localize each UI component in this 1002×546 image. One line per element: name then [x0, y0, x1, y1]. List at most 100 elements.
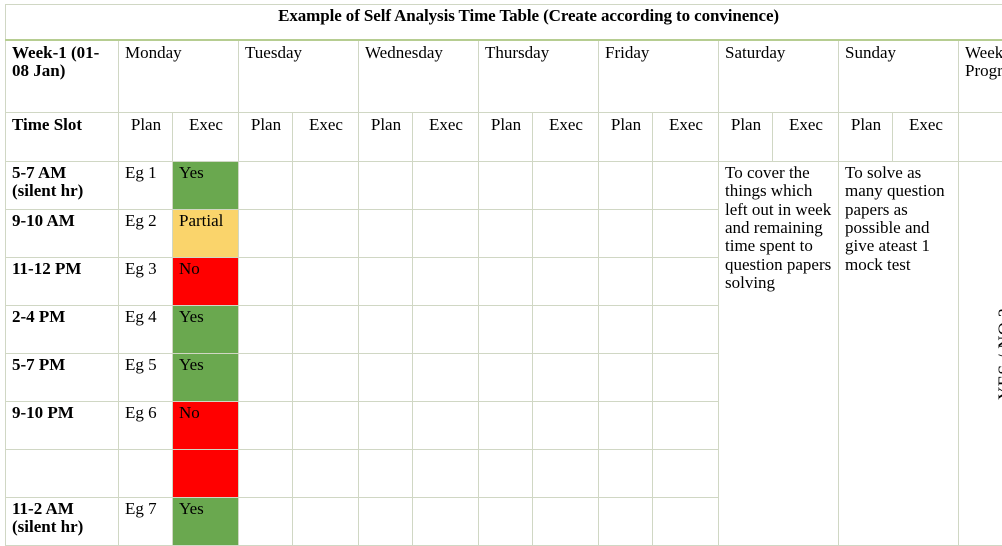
- plan-cell-wednesday[interactable]: [359, 402, 413, 450]
- week-progress-cell[interactable]: YES / NO ?: [959, 162, 1002, 546]
- exec-cell-tuesday[interactable]: [293, 450, 359, 498]
- saturday-note-cell[interactable]: To cover the things which left out in we…: [719, 162, 839, 546]
- time-slot-cell[interactable]: 5-7 PM: [6, 354, 119, 402]
- exec-cell-friday[interactable]: [653, 258, 719, 306]
- plan-cell-wednesday[interactable]: [359, 354, 413, 402]
- plan-cell-wednesday[interactable]: [359, 210, 413, 258]
- exec-cell-friday[interactable]: [653, 450, 719, 498]
- exec-cell-tuesday[interactable]: [293, 354, 359, 402]
- plan-cell-monday[interactable]: Eg 2: [119, 210, 173, 258]
- exec-cell-wednesday[interactable]: [413, 162, 479, 210]
- exec-cell-friday[interactable]: [653, 306, 719, 354]
- exec-cell-thursday[interactable]: [533, 402, 599, 450]
- exec-cell-tuesday[interactable]: [293, 402, 359, 450]
- exec-cell-tuesday[interactable]: [293, 498, 359, 546]
- exec-cell-friday[interactable]: [653, 498, 719, 546]
- exec-cell-wednesday[interactable]: [413, 258, 479, 306]
- exec-cell-wednesday[interactable]: [413, 354, 479, 402]
- exec-cell-wednesday[interactable]: [413, 498, 479, 546]
- page-title: Example of Self Analysis Time Table (Cre…: [6, 5, 1002, 41]
- plan-cell-friday[interactable]: [599, 258, 653, 306]
- exec-cell-monday[interactable]: Yes: [173, 306, 239, 354]
- day-header-row: Week-1 (01-08 Jan) Monday Tuesday Wednes…: [6, 40, 1002, 113]
- exec-cell-thursday[interactable]: [533, 258, 599, 306]
- plan-cell-monday[interactable]: Eg 3: [119, 258, 173, 306]
- time-slot-cell[interactable]: [6, 450, 119, 498]
- exec-cell-monday[interactable]: Yes: [173, 498, 239, 546]
- exec-cell-thursday[interactable]: [533, 162, 599, 210]
- plan-cell-friday[interactable]: [599, 210, 653, 258]
- exec-cell-thursday[interactable]: [533, 210, 599, 258]
- plan-cell-tuesday[interactable]: [239, 498, 293, 546]
- plan-cell-thursday[interactable]: [479, 258, 533, 306]
- plan-cell-thursday[interactable]: [479, 498, 533, 546]
- exec-cell-monday[interactable]: Partial: [173, 210, 239, 258]
- plan-cell-tuesday[interactable]: [239, 258, 293, 306]
- exec-cell-monday[interactable]: No: [173, 258, 239, 306]
- exec-cell-thursday[interactable]: [533, 498, 599, 546]
- exec-cell-tuesday[interactable]: [293, 258, 359, 306]
- plan-cell-friday[interactable]: [599, 450, 653, 498]
- exec-cell-monday[interactable]: Yes: [173, 354, 239, 402]
- plan-cell-monday[interactable]: [119, 450, 173, 498]
- time-slot-cell[interactable]: 9-10 AM: [6, 210, 119, 258]
- plan-cell-tuesday[interactable]: [239, 402, 293, 450]
- plan-cell-thursday[interactable]: [479, 354, 533, 402]
- exec-cell-wednesday[interactable]: [413, 306, 479, 354]
- plan-cell-wednesday[interactable]: [359, 498, 413, 546]
- plan-cell-wednesday[interactable]: [359, 450, 413, 498]
- exec-cell-friday[interactable]: [653, 354, 719, 402]
- plan-cell-thursday[interactable]: [479, 450, 533, 498]
- plan-cell-thursday[interactable]: [479, 162, 533, 210]
- exec-cell-wednesday[interactable]: [413, 450, 479, 498]
- exec-cell-friday[interactable]: [653, 210, 719, 258]
- plan-cell-thursday[interactable]: [479, 306, 533, 354]
- exec-cell-thursday[interactable]: [533, 354, 599, 402]
- plan-cell-tuesday[interactable]: [239, 162, 293, 210]
- plan-cell-wednesday[interactable]: [359, 306, 413, 354]
- table-row[interactable]: 5-7 AM (silent hr) Eg 1 Yes To cover the…: [6, 162, 1002, 210]
- exec-cell-wednesday[interactable]: [413, 402, 479, 450]
- exec-cell-friday[interactable]: [653, 402, 719, 450]
- time-slot-cell[interactable]: 5-7 AM (silent hr): [6, 162, 119, 210]
- day-header-friday: Friday: [599, 40, 719, 113]
- plan-cell-tuesday[interactable]: [239, 354, 293, 402]
- plan-cell-monday[interactable]: Eg 7: [119, 498, 173, 546]
- exec-cell-tuesday[interactable]: [293, 162, 359, 210]
- time-slot-cell[interactable]: 2-4 PM: [6, 306, 119, 354]
- exec-cell-tuesday[interactable]: [293, 210, 359, 258]
- plan-cell-wednesday[interactable]: [359, 258, 413, 306]
- plan-cell-friday[interactable]: [599, 498, 653, 546]
- plan-cell-wednesday[interactable]: [359, 162, 413, 210]
- exec-cell-thursday[interactable]: [533, 306, 599, 354]
- plan-cell-monday[interactable]: Eg 5: [119, 354, 173, 402]
- title-row: Example of Self Analysis Time Table (Cre…: [6, 5, 1002, 41]
- exec-cell-monday[interactable]: Yes: [173, 162, 239, 210]
- plan-cell-friday[interactable]: [599, 162, 653, 210]
- time-slot-cell[interactable]: 9-10 PM: [6, 402, 119, 450]
- time-slot-cell[interactable]: 11-2 AM (silent hr): [6, 498, 119, 546]
- time-slot-cell[interactable]: 11-12 PM: [6, 258, 119, 306]
- plan-header-thursday: Plan: [479, 113, 533, 162]
- exec-cell-monday[interactable]: [173, 450, 239, 498]
- exec-cell-wednesday[interactable]: [413, 210, 479, 258]
- plan-cell-friday[interactable]: [599, 402, 653, 450]
- plan-cell-friday[interactable]: [599, 354, 653, 402]
- sunday-note-cell[interactable]: To solve as many question papers as poss…: [839, 162, 959, 546]
- plan-cell-friday[interactable]: [599, 306, 653, 354]
- exec-cell-thursday[interactable]: [533, 450, 599, 498]
- plan-cell-monday[interactable]: Eg 1: [119, 162, 173, 210]
- exec-header-monday: Exec: [173, 113, 239, 162]
- plan-exec-header-row: Time Slot Plan Exec Plan Exec Plan Exec …: [6, 113, 1002, 162]
- plan-cell-tuesday[interactable]: [239, 306, 293, 354]
- plan-cell-tuesday[interactable]: [239, 210, 293, 258]
- plan-cell-thursday[interactable]: [479, 210, 533, 258]
- exec-cell-monday[interactable]: No: [173, 402, 239, 450]
- plan-cell-tuesday[interactable]: [239, 450, 293, 498]
- plan-cell-monday[interactable]: Eg 4: [119, 306, 173, 354]
- exec-cell-friday[interactable]: [653, 162, 719, 210]
- plan-cell-monday[interactable]: Eg 6: [119, 402, 173, 450]
- exec-cell-tuesday[interactable]: [293, 306, 359, 354]
- week-progress-subheader-spacer: [959, 113, 1002, 162]
- plan-cell-thursday[interactable]: [479, 402, 533, 450]
